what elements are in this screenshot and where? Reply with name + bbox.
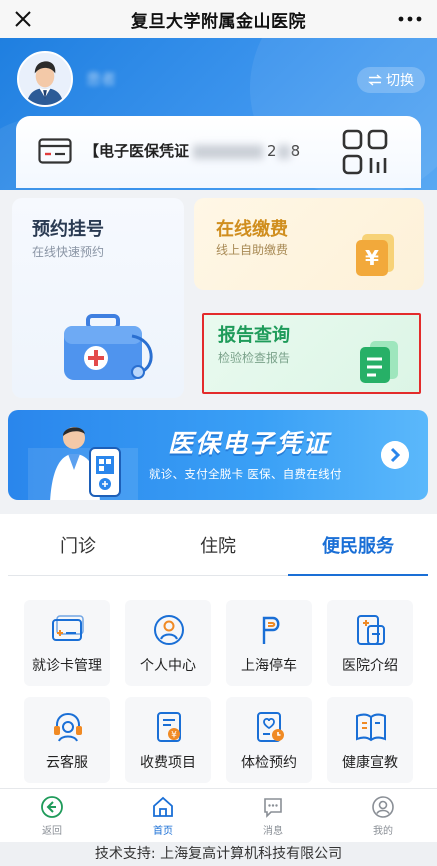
grid-label: 就诊卡管理 bbox=[32, 658, 102, 674]
book-icon bbox=[356, 713, 386, 742]
grid-item-card-management[interactable]: 就诊卡管理 bbox=[24, 600, 110, 686]
masked-digits bbox=[193, 144, 264, 159]
person-icon bbox=[154, 615, 184, 645]
tab-bar: 门诊 住院 便民服务 bbox=[8, 514, 428, 576]
payment-title: 在线缴费 bbox=[216, 219, 288, 240]
nav-mine[interactable]: 我的 bbox=[353, 795, 413, 837]
svg-text:¥: ¥ bbox=[365, 246, 379, 270]
nav-messages[interactable]: 消息 bbox=[243, 795, 303, 837]
user-icon bbox=[372, 796, 394, 818]
grid-item-checkup-booking[interactable]: 体检预约 bbox=[226, 697, 312, 783]
nav-label: 返回 bbox=[42, 826, 62, 837]
nav-home[interactable]: 首页 bbox=[133, 795, 193, 837]
username: 患者 bbox=[86, 70, 117, 88]
banner-subtitle: 就诊、支付全脱卡 医保、自费在线付 bbox=[149, 467, 342, 481]
grid-item-health-education[interactable]: 健康宣教 bbox=[327, 697, 413, 783]
svg-text:¥: ¥ bbox=[171, 731, 177, 741]
card-icon bbox=[52, 615, 84, 641]
switch-label: 切换 bbox=[386, 73, 414, 89]
medical-kit-icon bbox=[64, 314, 153, 380]
card-number-tail: 2 bbox=[267, 142, 277, 160]
nav-label: 我的 bbox=[373, 826, 393, 837]
id-card-icon bbox=[38, 138, 72, 164]
report-document-icon bbox=[360, 341, 398, 383]
report-query-tile[interactable]: 报告查询 检验检查报告 bbox=[202, 313, 421, 394]
nav-label: 首页 bbox=[153, 826, 173, 837]
grid-item-shanghai-parking[interactable]: 上海停车 bbox=[226, 600, 312, 686]
doctor-phone-illustration-icon bbox=[28, 427, 138, 500]
card-number-end: 8 bbox=[290, 142, 301, 160]
banner-title: 医保电子凭证 bbox=[168, 429, 331, 458]
grid-item-hospital-intro[interactable]: 医院介绍 bbox=[327, 600, 413, 686]
message-icon bbox=[264, 798, 282, 818]
appointment-title: 预约挂号 bbox=[32, 219, 104, 240]
grid-label: 收费项目 bbox=[140, 755, 196, 771]
grid-label: 健康宣教 bbox=[342, 755, 398, 771]
nav-label: 消息 bbox=[263, 826, 283, 837]
switch-account-button[interactable]: 切换 bbox=[357, 67, 425, 93]
chevron-right-icon[interactable] bbox=[381, 441, 409, 469]
tab-convenience-services[interactable]: 便民服务 bbox=[288, 514, 428, 576]
home-icon bbox=[153, 796, 173, 817]
grid-label: 医院介绍 bbox=[342, 658, 398, 674]
tab-outpatient[interactable]: 门诊 bbox=[8, 514, 148, 575]
insurance-voucher-banner[interactable]: 医保电子凭证 就诊、支付全脱卡 医保、自费在线付 bbox=[8, 410, 428, 500]
hospital-info-icon bbox=[357, 615, 385, 645]
grid-label: 上海停车 bbox=[241, 658, 297, 674]
grid-item-personal-center[interactable]: 个人中心 bbox=[125, 600, 211, 686]
bottom-nav: 返回 首页 消息 我的 bbox=[0, 788, 437, 842]
grid-label: 个人中心 bbox=[140, 658, 196, 674]
yen-bill-icon: ¥ bbox=[356, 234, 394, 276]
appointment-tile[interactable]: 预约挂号 在线快速预约 bbox=[12, 198, 184, 398]
page-title: 复旦大学附属金山医院 bbox=[131, 11, 306, 32]
medical-insurance-card[interactable]: 【电子医保凭证 2 8 bbox=[16, 116, 421, 188]
appointment-subtitle: 在线快速预约 bbox=[32, 245, 105, 259]
back-icon bbox=[41, 796, 63, 818]
tab-inpatient[interactable]: 住院 bbox=[148, 514, 288, 575]
grid-label: 体检预约 bbox=[241, 755, 297, 771]
fee-icon: ¥ bbox=[157, 712, 181, 742]
report-subtitle: 检验检查报告 bbox=[218, 351, 291, 365]
checkup-icon bbox=[257, 712, 284, 742]
avatar[interactable] bbox=[17, 51, 73, 107]
qr-code-icon[interactable] bbox=[341, 128, 389, 176]
payment-subtitle: 线上自助缴费 bbox=[216, 243, 289, 257]
close-icon[interactable] bbox=[8, 4, 38, 34]
headset-icon bbox=[54, 712, 82, 742]
online-payment-tile[interactable]: 在线缴费 线上自助缴费 ¥ bbox=[194, 198, 424, 290]
swap-icon bbox=[368, 74, 382, 86]
doctor-avatar-icon bbox=[19, 53, 71, 105]
parking-icon bbox=[262, 616, 280, 644]
grid-label: 云客服 bbox=[46, 755, 88, 771]
more-icon[interactable] bbox=[395, 8, 425, 30]
title-bar: 复旦大学附属金山医院 bbox=[0, 0, 437, 38]
nav-back[interactable]: 返回 bbox=[22, 795, 82, 837]
footer-support-text: 技术支持: 上海复高计算机科技有限公司 bbox=[0, 842, 437, 866]
grid-item-fee-items[interactable]: ¥ 收费项目 bbox=[125, 697, 211, 783]
card-number: 【电子医保凭证 2 8 bbox=[84, 140, 300, 161]
service-panel: 门诊 住院 便民服务 就诊卡管理 个人中心 上海停车 医院介绍 云客服 ¥ 收费… bbox=[0, 514, 437, 790]
grid-item-cloud-service[interactable]: 云客服 bbox=[24, 697, 110, 783]
card-label: 【电子医保凭证 bbox=[84, 142, 190, 160]
report-title: 报告查询 bbox=[218, 325, 290, 346]
